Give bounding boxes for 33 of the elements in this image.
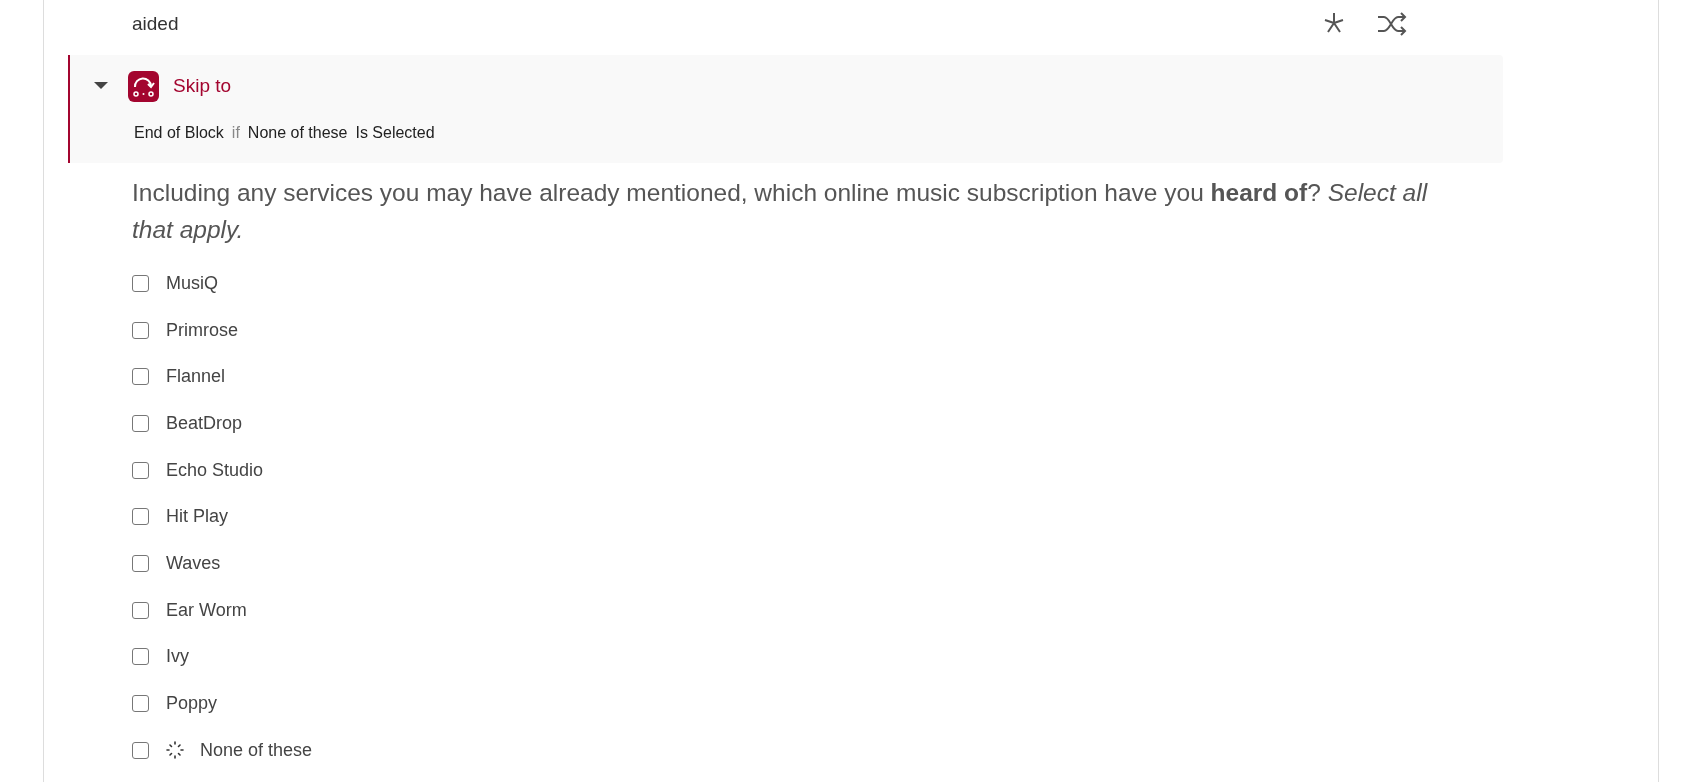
option-label[interactable]: Flannel (166, 366, 226, 388)
shuffle-icon[interactable] (1376, 11, 1408, 37)
option-label[interactable]: Ear Worm (166, 599, 247, 621)
option-label[interactable]: Ivy (166, 646, 189, 668)
checkbox[interactable] (132, 648, 149, 666)
question-id: aided (132, 13, 180, 35)
skip-target[interactable]: End of Block (134, 124, 224, 142)
option-label[interactable]: Poppy (166, 693, 218, 715)
skip-to-label[interactable]: Skip to (173, 75, 232, 97)
skip-icon (128, 70, 159, 102)
checkbox[interactable] (132, 321, 149, 339)
checkbox[interactable] (132, 274, 149, 292)
checkbox[interactable] (132, 695, 149, 713)
option-label[interactable]: MusiQ (166, 272, 218, 294)
caret-icon[interactable] (94, 82, 108, 90)
checkbox[interactable] (132, 461, 149, 479)
checkbox[interactable] (132, 554, 149, 572)
question-text: Including any services you may have already mentioned, which online music subscription have you heard of? Select all that apply. (131, 178, 1429, 245)
option-label[interactable]: Primrose (166, 319, 238, 341)
option-label[interactable]: BeatDrop (166, 412, 243, 434)
option-label[interactable]: Echo Studio (166, 459, 264, 481)
checkbox[interactable] (132, 414, 149, 432)
option-label[interactable]: None of these (200, 739, 313, 761)
checkbox[interactable] (132, 508, 149, 526)
option-label[interactable]: Hit Play (166, 506, 228, 528)
skip-condition[interactable]: Is Selected (355, 124, 435, 142)
skip-choice[interactable]: None of these (247, 124, 348, 142)
option-label[interactable]: Waves (166, 552, 221, 574)
if-label: if (231, 124, 240, 142)
checkbox[interactable] (132, 601, 149, 619)
checkbox[interactable] (132, 368, 149, 386)
checkbox[interactable] (132, 741, 149, 759)
asterisk-icon[interactable] (1322, 11, 1346, 35)
